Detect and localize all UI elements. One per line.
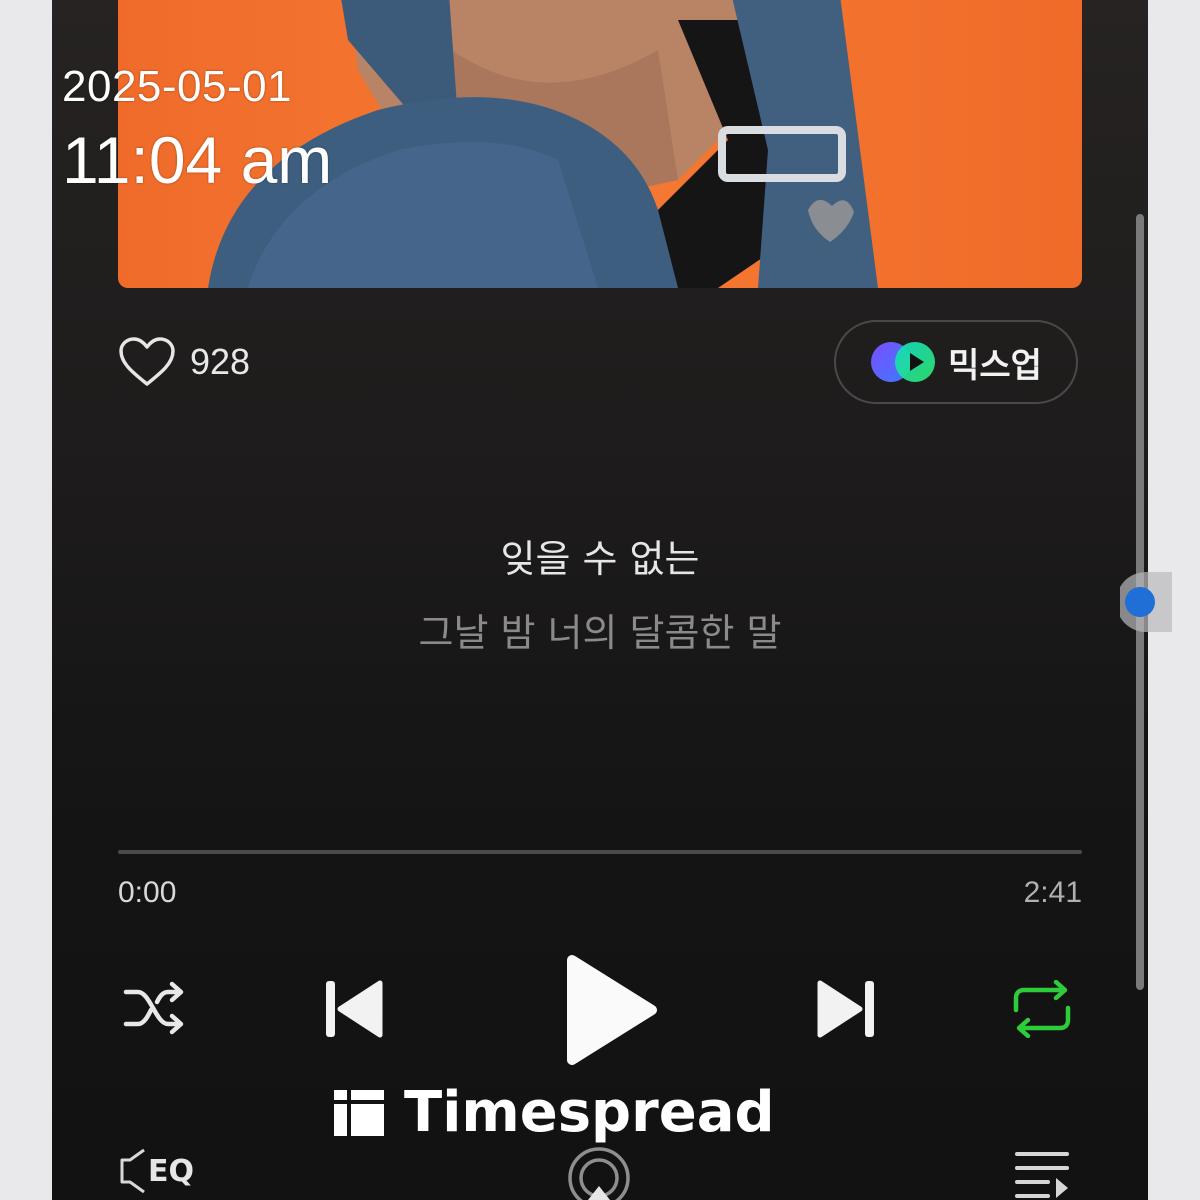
overlay-date: 2025-05-01 — [62, 62, 293, 111]
speaker-outline-icon — [120, 1148, 145, 1194]
eq-button[interactable]: EQ — [118, 1146, 194, 1196]
playlist-button[interactable] — [1014, 1150, 1070, 1200]
play-icon — [567, 955, 657, 1065]
lyric-next-line[interactable]: 그날 밤 너의 달콤한 말 — [52, 602, 1148, 657]
touch-indicator — [1116, 572, 1172, 632]
heart-outline-icon — [119, 337, 175, 386]
overlay-time: 11:04 am — [62, 123, 333, 197]
next-button[interactable] — [814, 976, 878, 1046]
lyric-current-line[interactable]: 잊을 수 없는 — [52, 528, 1148, 583]
shuffle-button[interactable] — [122, 980, 188, 1040]
elapsed-time: 0:00 — [118, 876, 177, 909]
watermark-text: Timespread — [404, 1080, 775, 1145]
playlist-icon — [1015, 1152, 1069, 1198]
repeat-button[interactable] — [1010, 979, 1074, 1042]
repeat-icon — [1013, 979, 1071, 1039]
timespread-logo-icon — [334, 1089, 384, 1136]
previous-button[interactable] — [322, 976, 386, 1046]
like-count: 928 — [190, 341, 251, 382]
like-button[interactable]: 928 — [118, 336, 250, 388]
progress-bar[interactable] — [118, 850, 1082, 854]
mixup-button[interactable]: 믹스업 — [834, 320, 1078, 404]
skip-next-icon — [817, 980, 874, 1038]
total-time: 2:41 — [1023, 876, 1082, 909]
cast-icon — [568, 1147, 630, 1200]
skip-previous-icon — [326, 980, 383, 1038]
shuffle-icon — [123, 981, 184, 1035]
mixup-logo-icon — [871, 342, 936, 382]
play-button[interactable] — [562, 952, 662, 1072]
cast-button[interactable] — [566, 1146, 632, 1200]
eq-label: EQ — [148, 1153, 194, 1189]
watermark: Timespread — [334, 1080, 775, 1145]
mixup-label: 믹스업 — [948, 345, 1042, 386]
